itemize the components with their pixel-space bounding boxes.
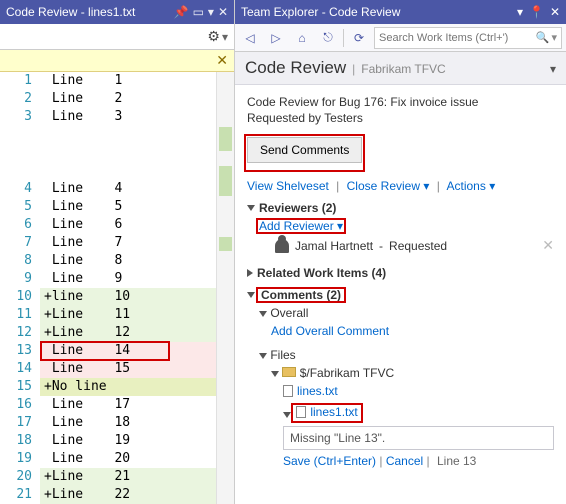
close-icon[interactable]: ✕ bbox=[550, 5, 560, 19]
team-explorer-pane: Team Explorer - Code Review ▾ 📍 ✕ ◁ ▷ ⌂ … bbox=[235, 0, 566, 504]
comments-header[interactable]: Comments (2) bbox=[247, 288, 554, 302]
search-icon[interactable]: 🔍 bbox=[536, 31, 550, 44]
tab-menu-icon[interactable]: ▭ bbox=[193, 5, 204, 19]
code-line[interactable]: +Line 12 bbox=[40, 324, 216, 342]
file-icon bbox=[283, 385, 293, 397]
code-line[interactable]: Line 19 bbox=[40, 432, 216, 450]
cancel-comment-link[interactable]: Cancel bbox=[386, 454, 423, 468]
add-overall-comment-link[interactable]: Add Overall Comment bbox=[271, 324, 389, 338]
review-actions-row: View Shelveset | Close Review ▾ | Action… bbox=[247, 179, 554, 193]
code-line[interactable]: +line 10 bbox=[40, 288, 216, 306]
comment-context: Line 13 bbox=[437, 454, 476, 468]
folder-icon bbox=[282, 367, 296, 377]
comment-actions: Save (Ctrl+Enter) | Cancel | Line 13 bbox=[283, 454, 554, 468]
connect-icon[interactable]: ⎋ bbox=[317, 27, 339, 49]
code-line[interactable]: +Line 21 bbox=[40, 468, 216, 486]
actions-link[interactable]: Actions ▾ bbox=[447, 179, 496, 193]
code-line[interactable]: Line 4 bbox=[40, 180, 216, 198]
search-dropdown-icon[interactable]: ▾ bbox=[551, 31, 557, 44]
chevron-down-icon bbox=[247, 292, 255, 298]
editor-infobar: ✕ bbox=[0, 50, 234, 72]
file-icon bbox=[296, 406, 306, 418]
code-line[interactable] bbox=[40, 162, 216, 180]
chevron-right-icon bbox=[247, 269, 253, 277]
code-line[interactable] bbox=[40, 144, 216, 162]
team-toolbar: ◁ ▷ ⌂ ⎋ ⟳ 🔍 ▾ bbox=[235, 24, 566, 52]
team-page-header: Code Review | Fabrikam TFVC ▾ bbox=[235, 52, 566, 85]
project-name: Fabrikam TFVC bbox=[361, 62, 445, 76]
search-box[interactable]: 🔍 ▾ bbox=[374, 27, 562, 49]
diff-overview-ruler[interactable] bbox=[216, 72, 234, 504]
forward-icon[interactable]: ▷ bbox=[265, 27, 287, 49]
reviewer-row: Jamal Hartnett - Requested ✕ bbox=[259, 233, 554, 258]
code-line[interactable]: Line 15 bbox=[40, 360, 216, 378]
search-input[interactable] bbox=[379, 32, 536, 44]
code-line[interactable]: Line 6 bbox=[40, 216, 216, 234]
window-dropdown-icon[interactable]: ▾ bbox=[517, 5, 523, 19]
add-reviewer-link[interactable]: Add Reviewer ▾ bbox=[259, 219, 343, 233]
infobar-close-icon[interactable]: ✕ bbox=[216, 52, 228, 69]
chevron-down-icon bbox=[259, 353, 267, 359]
files-section[interactable]: Files bbox=[259, 348, 554, 362]
editor-tab-bar: Code Review - lines1.txt 📌 ▭ ▾ ✕ bbox=[0, 0, 234, 24]
tab-dropdown-icon[interactable]: ▾ bbox=[208, 5, 214, 19]
code-area[interactable]: Line 1 Line 2 Line 3 Line 4 Line 5 Line … bbox=[40, 72, 216, 504]
code-line[interactable]: Line 18 bbox=[40, 414, 216, 432]
line-number-gutter: 12345678910111213141516171819202122 bbox=[0, 72, 40, 504]
editor-body[interactable]: 12345678910111213141516171819202122 Line… bbox=[0, 72, 234, 504]
code-line[interactable]: Line 7 bbox=[40, 234, 216, 252]
pin-icon[interactable]: 📍 bbox=[529, 5, 544, 19]
overall-section[interactable]: Overall bbox=[259, 306, 554, 320]
page-menu-icon[interactable]: ▾ bbox=[550, 62, 556, 76]
chevron-down-icon bbox=[271, 371, 279, 377]
close-review-link[interactable]: Close Review ▾ bbox=[347, 179, 430, 193]
code-line[interactable]: +Line 22 bbox=[40, 486, 216, 504]
save-comment-link[interactable]: Save (Ctrl+Enter) bbox=[283, 454, 376, 468]
editor-pane: Code Review - lines1.txt 📌 ▭ ▾ ✕ ⚙ ▾ ✕ 1… bbox=[0, 0, 235, 504]
file-link-lines[interactable]: lines.txt bbox=[283, 384, 338, 398]
view-shelveset-link[interactable]: View Shelveset bbox=[247, 179, 329, 193]
refresh-icon[interactable]: ⟳ bbox=[348, 27, 370, 49]
code-line[interactable] bbox=[40, 126, 216, 144]
code-line[interactable]: +No line bbox=[40, 378, 216, 396]
code-line[interactable]: Line 14 bbox=[40, 342, 216, 360]
chevron-down-icon bbox=[247, 205, 255, 211]
code-line[interactable]: Line 20 bbox=[40, 450, 216, 468]
home-icon[interactable]: ⌂ bbox=[291, 27, 313, 49]
reviewer-name: Jamal Hartnett bbox=[295, 239, 373, 253]
code-line[interactable]: Line 3 bbox=[40, 108, 216, 126]
back-icon[interactable]: ◁ bbox=[239, 27, 261, 49]
review-description: Code Review for Bug 176: Fix invoice iss… bbox=[247, 95, 554, 109]
gear-icon[interactable]: ⚙ bbox=[207, 28, 220, 45]
close-icon[interactable]: ✕ bbox=[218, 5, 228, 19]
code-line[interactable]: Line 1 bbox=[40, 72, 216, 90]
send-comments-button[interactable]: Send Comments bbox=[247, 137, 362, 163]
page-heading: Code Review bbox=[245, 58, 346, 78]
editor-toolbar: ⚙ ▾ bbox=[0, 24, 234, 50]
code-line[interactable]: Line 9 bbox=[40, 270, 216, 288]
code-line[interactable]: Line 5 bbox=[40, 198, 216, 216]
related-work-items-header[interactable]: Related Work Items (4) bbox=[247, 266, 554, 280]
remove-reviewer-icon[interactable]: ✕ bbox=[542, 237, 554, 254]
editor-tab-title: Code Review - lines1.txt bbox=[6, 5, 135, 19]
code-line[interactable]: Line 8 bbox=[40, 252, 216, 270]
requested-by: Requested by Testers bbox=[247, 111, 554, 125]
reviewer-status: Requested bbox=[389, 239, 447, 253]
editor-tab[interactable]: Code Review - lines1.txt bbox=[6, 5, 170, 19]
team-content: Code Review for Bug 176: Fix invoice iss… bbox=[235, 85, 566, 504]
code-line[interactable]: Line 2 bbox=[40, 90, 216, 108]
team-title: Team Explorer - Code Review bbox=[241, 5, 511, 19]
team-titlebar: Team Explorer - Code Review ▾ 📍 ✕ bbox=[235, 0, 566, 24]
code-line[interactable]: +Line 11 bbox=[40, 306, 216, 324]
chevron-down-icon bbox=[283, 412, 291, 418]
pin-icon[interactable]: 📌 bbox=[174, 5, 189, 19]
reviewers-header[interactable]: Reviewers (2) bbox=[247, 201, 554, 215]
code-line[interactable]: Line 17 bbox=[40, 396, 216, 414]
file-link-lines1[interactable]: lines1.txt bbox=[296, 405, 357, 419]
chevron-down-icon bbox=[259, 311, 267, 317]
comment-input[interactable]: Missing "Line 13". bbox=[283, 426, 554, 450]
person-icon bbox=[275, 239, 289, 253]
toolbar-dropdown-icon[interactable]: ▾ bbox=[222, 30, 228, 44]
folder-row[interactable]: $/Fabrikam TFVC bbox=[271, 366, 554, 380]
